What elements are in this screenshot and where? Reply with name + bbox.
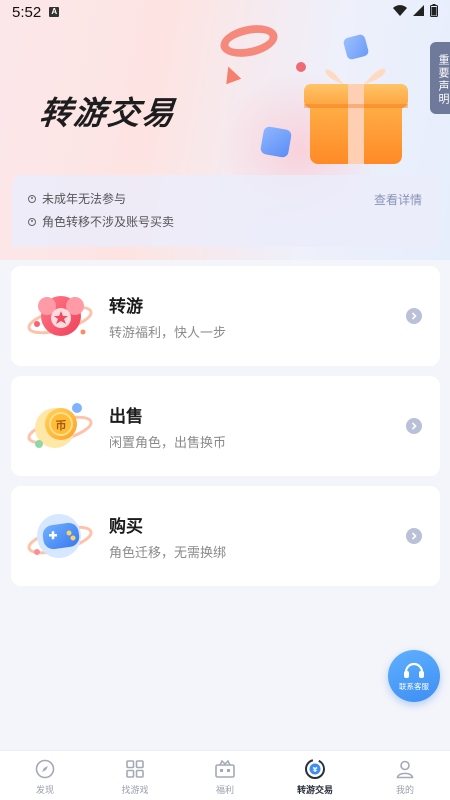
svg-text:币: 币 (56, 419, 67, 432)
page-title: 转游交易 (37, 94, 178, 132)
customer-service-button[interactable]: 联系客服 (388, 650, 440, 702)
tab-welfare[interactable]: 福利 (180, 751, 270, 800)
status-bar: 5:52 A (0, 0, 450, 24)
bullet-icon (28, 217, 36, 226)
battery-icon (430, 4, 438, 17)
customer-service-label: 联系客服 (399, 682, 429, 691)
card-subtitle: 角色迁移，无需换绑 (109, 546, 227, 561)
gift-icon (296, 50, 416, 174)
tab-label: 转游交易 (296, 786, 333, 796)
wifi-icon (393, 5, 407, 16)
headset-icon (404, 662, 424, 678)
svg-text:¥: ¥ (313, 766, 318, 774)
bottom-tab-bar: 发现 找游戏 福利 ¥ 转游交易 我的 (0, 750, 450, 800)
tab-mine[interactable]: 我的 (360, 751, 450, 800)
notice-item: 未成年无法参与 (28, 187, 424, 210)
tab-label: 福利 (215, 786, 234, 796)
status-time: 5:52 (12, 3, 42, 21)
chevron-right-icon (406, 308, 422, 324)
notice-text: 角色转移不涉及账号买卖 (42, 215, 175, 229)
buy-card[interactable]: 购买 角色迁移，无需换绑 (11, 486, 440, 586)
coin-icon: 币 (25, 394, 95, 458)
view-details-link[interactable]: 查看详情 (374, 191, 422, 208)
bullet-icon (28, 194, 36, 203)
chevron-right-icon (406, 418, 422, 434)
grid-icon (124, 758, 146, 780)
notification-icon: A (49, 7, 60, 17)
compass-icon (34, 758, 56, 780)
signal-icon (413, 5, 424, 16)
decorative-cone-icon (220, 63, 242, 85)
exchange-icon: ¥ (304, 758, 326, 780)
tab-label: 我的 (395, 786, 414, 796)
card-title: 出售 (109, 407, 143, 427)
card-subtitle: 闲置角色，出售换币 (109, 436, 227, 451)
card-title: 购买 (109, 517, 143, 537)
card-subtitle: 转游福利，快人一步 (109, 326, 227, 341)
star-badge-icon (25, 284, 95, 348)
decorative-cube-icon (259, 125, 293, 159)
tab-game-trade[interactable]: ¥ 转游交易 (270, 751, 360, 800)
notice-item: 角色转移不涉及账号买卖 (28, 210, 424, 233)
decorative-ring-icon (217, 20, 281, 62)
sell-card[interactable]: 币 出售 闲置角色，出售换币 (11, 376, 440, 476)
tab-discover[interactable]: 发现 (0, 751, 90, 800)
notice-text: 未成年无法参与 (42, 192, 127, 206)
gift-box-icon (214, 758, 236, 780)
notice-panel: 未成年无法参与 角色转移不涉及账号买卖 查看详情 (12, 175, 440, 247)
tab-label: 找游戏 (121, 786, 149, 796)
chevron-right-icon (406, 528, 422, 544)
gamepad-icon (25, 504, 95, 568)
tab-label: 发现 (35, 786, 54, 796)
card-title: 转游 (109, 297, 143, 317)
user-icon (394, 758, 416, 780)
tab-find-games[interactable]: 找游戏 (90, 751, 180, 800)
important-notice-tab[interactable]: 重要声明 (430, 42, 450, 114)
transfer-game-card[interactable]: 转游 转游福利，快人一步 (11, 266, 440, 366)
